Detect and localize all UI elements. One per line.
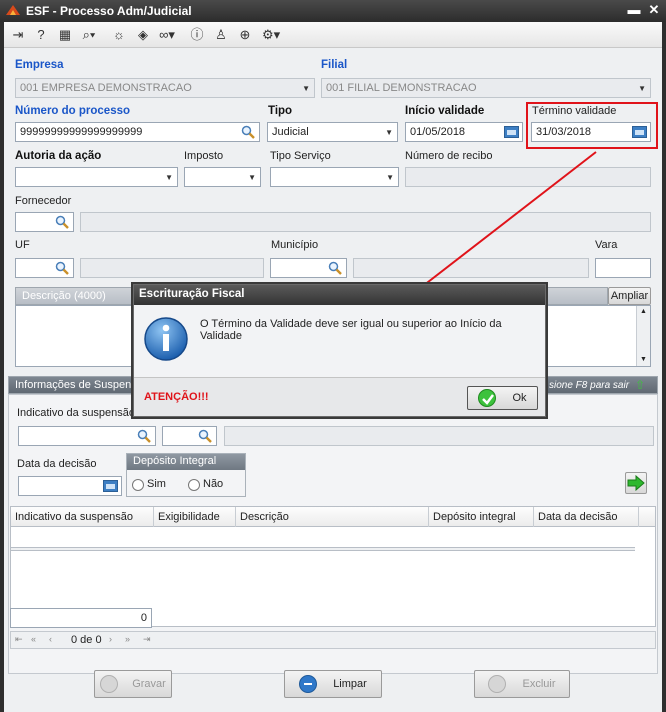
check-icon xyxy=(478,389,497,408)
message-dialog: Escrituração Fiscal O Término da Validad… xyxy=(133,284,546,417)
info-icon xyxy=(144,317,188,361)
dialog-message: O Término da Validade deve ser igual ou … xyxy=(200,318,502,342)
dialog-title: Escrituração Fiscal xyxy=(134,285,545,305)
ok-label: Ok xyxy=(512,392,527,404)
dialog-footer: ATENÇÃO!!! Ok xyxy=(134,377,545,416)
ok-button[interactable]: Ok xyxy=(467,386,538,410)
dialog-warning: ATENÇÃO!!! xyxy=(144,391,209,403)
